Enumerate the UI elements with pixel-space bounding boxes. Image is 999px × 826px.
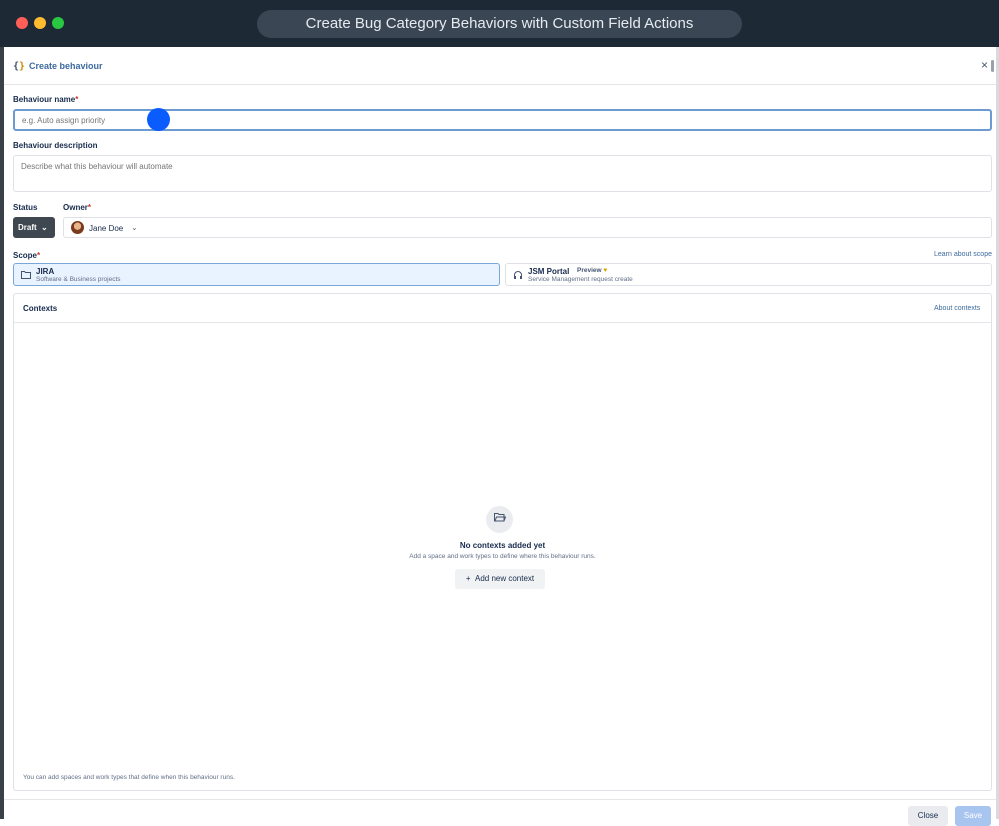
- braces-icon: {}: [13, 61, 26, 72]
- sparkle-icon: ♥: [603, 267, 608, 274]
- preview-badge-text: Preview: [577, 267, 602, 274]
- close-window-button[interactable]: [16, 17, 28, 29]
- scope-label-text: Scope: [13, 251, 38, 260]
- pointer-cursor-marker: [147, 108, 170, 131]
- scope-option-subtitle: Service Management request create: [528, 276, 633, 283]
- behaviour-name-label: Behaviour name*: [13, 95, 78, 104]
- chevron-down-icon: ⌄: [41, 223, 48, 232]
- required-mark: *: [75, 95, 79, 104]
- status-label: Status: [13, 203, 38, 212]
- status-value: Draft: [18, 223, 37, 232]
- headset-icon: [513, 270, 523, 282]
- learn-about-scope-link[interactable]: Learn about scope: [934, 251, 992, 258]
- folder-open-icon: [486, 506, 513, 533]
- scrollbar[interactable]: [991, 60, 994, 72]
- scope-option-jsm-portal[interactable]: JSM Portal Preview ♥ Service Management …: [505, 263, 992, 286]
- contexts-panel: Contexts About contexts No contexts adde…: [13, 293, 992, 791]
- scope-label: Scope*: [13, 251, 40, 260]
- behaviour-description-label: Behaviour description: [13, 141, 98, 150]
- scope-option-subtitle: Software & Business projects: [36, 276, 121, 283]
- title-bar: Create Bug Category Behaviors with Custo…: [0, 0, 999, 47]
- close-icon[interactable]: ×: [981, 58, 988, 72]
- chevron-down-icon: ⌄: [131, 223, 138, 232]
- contexts-header: Contexts About contexts: [14, 294, 991, 323]
- avatar: [71, 221, 84, 234]
- preview-badge: Preview ♥: [577, 267, 607, 274]
- behaviour-description-input[interactable]: [13, 155, 992, 192]
- contexts-footer-note: You can add spaces and work types that d…: [23, 774, 235, 781]
- close-button[interactable]: Close: [908, 806, 948, 826]
- app-window: Create Bug Category Behaviors with Custo…: [0, 0, 999, 826]
- minimize-window-button[interactable]: [34, 17, 46, 29]
- add-new-context-label: Add new context: [474, 574, 535, 583]
- add-new-context-button[interactable]: + Add new context: [455, 569, 545, 589]
- save-button[interactable]: Save: [955, 806, 991, 826]
- owner-label: Owner*: [63, 203, 91, 212]
- status-dropdown[interactable]: Draft ⌄: [13, 217, 55, 238]
- window-title: Create Bug Category Behaviors with Custo…: [257, 10, 742, 38]
- contexts-title: Contexts: [23, 304, 58, 313]
- plus-icon: +: [465, 574, 471, 583]
- scope-option-title: JIRA: [36, 267, 55, 276]
- behaviour-name-label-text: Behaviour name: [13, 95, 76, 104]
- empty-state-title: No contexts added yet: [459, 541, 546, 550]
- modal-footer: Close Save: [4, 799, 996, 826]
- empty-state-subtitle: Add a space and work types to define whe…: [409, 553, 596, 560]
- owner-select[interactable]: Jane Doe ⌄: [63, 217, 992, 238]
- scope-option-jira[interactable]: JIRA Software & Business projects: [13, 263, 500, 286]
- left-edge: [0, 47, 4, 819]
- required-mark: *: [87, 203, 92, 212]
- modal-title: Create behaviour: [29, 61, 103, 71]
- folder-icon: [21, 270, 31, 281]
- required-mark: *: [37, 251, 41, 260]
- owner-label-text: Owner: [63, 203, 88, 212]
- scope-option-title: JSM Portal: [528, 267, 570, 276]
- maximize-window-button[interactable]: [52, 17, 64, 29]
- about-contexts-link[interactable]: About contexts: [934, 305, 980, 312]
- modal-header: {} Create behaviour ×: [4, 47, 996, 85]
- owner-name: Jane Doe: [89, 224, 124, 233]
